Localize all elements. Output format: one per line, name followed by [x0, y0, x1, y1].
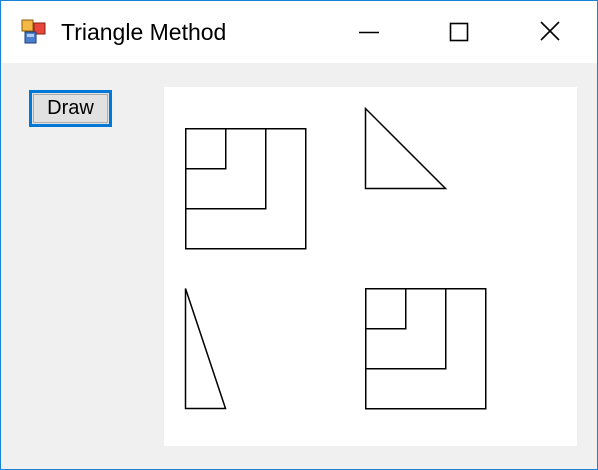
draw-button-label: Draw: [47, 97, 94, 119]
window-title: Triangle Method: [61, 19, 227, 45]
minimize-icon: [359, 31, 379, 34]
canvas-drawing: [184, 106, 487, 410]
title-bar[interactable]: Triangle Method: [1, 1, 597, 63]
nested-squares-bottom-right: [364, 287, 487, 410]
app-icon[interactable]: [21, 19, 47, 45]
close-icon: [540, 21, 560, 41]
app-window: Triangle Method Draw: [0, 0, 598, 470]
right-triangle-top-right: [364, 106, 448, 190]
maximize-icon: [449, 22, 469, 42]
client-area: Draw: [1, 63, 597, 469]
draw-button[interactable]: Draw: [29, 90, 112, 127]
maximize-button[interactable]: [413, 1, 503, 63]
minimize-button[interactable]: [323, 1, 413, 63]
nested-squares-top-left: [184, 127, 307, 250]
tall-triangle-bottom-left: [184, 288, 227, 410]
close-button[interactable]: [503, 1, 593, 63]
drawing-canvas[interactable]: [164, 87, 577, 446]
